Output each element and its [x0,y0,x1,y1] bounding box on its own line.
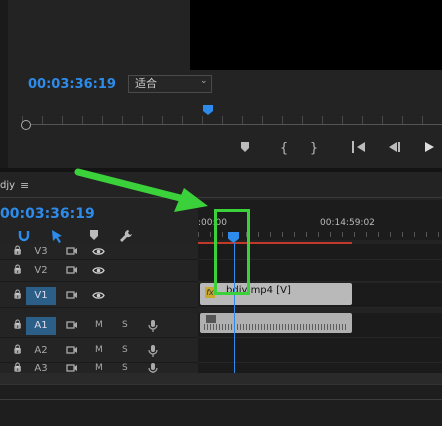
mute-button[interactable]: M [95,345,103,355]
annotation-arrow-icon [74,168,208,212]
lock-icon[interactable]: 🔒 [12,246,23,256]
solo-button[interactable]: S [122,320,128,330]
microphone-icon[interactable] [148,319,158,335]
sync-lock-icon[interactable] [66,246,78,259]
track-target-a1[interactable]: A1 [26,316,56,335]
scrub-start-icon[interactable] [21,120,31,130]
solo-button[interactable]: S [122,345,128,355]
audio-waveform [204,324,348,330]
sync-lock-icon[interactable] [66,290,78,303]
hamburger-icon[interactable]: ≡ [20,179,29,192]
mark-in-icon[interactable]: { [275,141,293,156]
play-icon[interactable] [420,141,438,157]
mark-out-icon[interactable]: } [305,141,323,156]
monitor-timecode[interactable]: 00:03:36:19 [28,77,116,92]
fx-badge-audio [206,315,216,323]
video-preview [190,0,442,70]
bottom-divider [0,399,442,400]
lock-icon[interactable]: 🔒 [12,320,23,330]
microphone-icon[interactable] [148,344,158,360]
eye-icon[interactable] [92,266,105,278]
panel-header-divider [0,197,442,198]
go-to-in-icon[interactable] [350,141,368,157]
horizontal-scrollbar[interactable] [0,373,442,384]
sync-lock-icon[interactable] [66,265,78,278]
eye-icon[interactable] [92,247,105,259]
track-target-v2[interactable]: V2 [26,262,56,280]
sync-lock-icon[interactable] [66,345,78,358]
monitor-scrub-ticks [22,116,442,124]
solo-button[interactable]: S [122,363,128,373]
lock-icon[interactable]: 🔒 [12,290,23,300]
lock-icon[interactable]: 🔒 [12,345,23,355]
bottom-panel [0,384,442,426]
mute-button[interactable]: M [95,320,103,330]
annotation-highlight-box [214,209,250,295]
eye-icon[interactable] [92,291,105,303]
track-target-v1[interactable]: V1 [26,286,56,305]
sequence-tab-label[interactable]: djy [0,180,15,191]
mute-button[interactable]: M [95,363,103,373]
track-target-a2[interactable]: A2 [26,342,56,360]
audio-clip[interactable] [200,313,352,333]
step-back-icon[interactable] [385,141,403,157]
marker-icon[interactable] [86,229,102,245]
sync-lock-icon[interactable] [66,320,78,333]
lock-icon[interactable]: 🔒 [12,265,23,275]
monitor-scrub-bar[interactable] [22,124,442,125]
track-target-v3[interactable]: V3 [26,243,56,261]
panel-edge [0,0,8,168]
marker-icon[interactable] [236,141,254,157]
ruler-end-label: 00:14:59:02 [320,218,375,228]
chevron-down-icon[interactable]: ⌄ [200,76,208,86]
lock-icon[interactable]: 🔒 [12,363,23,373]
